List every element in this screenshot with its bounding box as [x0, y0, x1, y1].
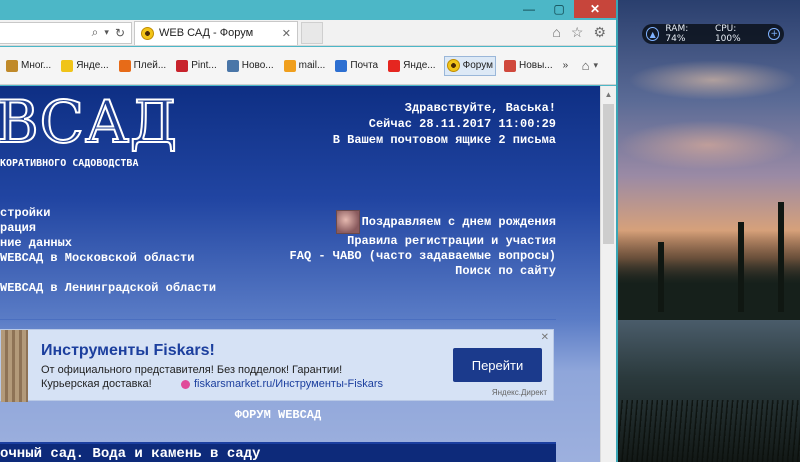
favorite-label: Ново...: [241, 60, 274, 71]
sunflower-icon: [141, 26, 154, 40]
envelope-icon: [335, 59, 348, 72]
player-icon: [118, 59, 131, 72]
new-tab-button[interactable]: [301, 21, 323, 44]
favorite-label: mail...: [298, 60, 326, 71]
favorite-item[interactable]: Ново...: [225, 56, 276, 76]
menu-item-leningrad[interactable]: WEBCAД в Ленинградской области: [0, 281, 216, 296]
site-logo[interactable]: ВСАД: [0, 91, 178, 153]
monitor-icon: ▲: [646, 27, 660, 41]
ad-link[interactable]: fiskarsmarket.ru/Инструменты-Fiskars: [181, 378, 383, 390]
favorite-label: Форум: [462, 60, 493, 71]
gear-icon[interactable]: ⚙: [593, 24, 606, 41]
faq-link[interactable]: FAQ - ЧАВО (часто задаваемые вопросы): [290, 249, 556, 264]
ad-title[interactable]: Инструменты Fiskars!: [41, 342, 215, 360]
title-bar: — ▢ ✕: [0, 0, 616, 20]
cpu-usage: CPU: 100%: [714, 24, 741, 44]
favorite-label: Pint...: [191, 60, 217, 71]
menu-item-settings[interactable]: стройки: [0, 206, 216, 221]
news-icon: [503, 59, 516, 72]
birthday-row: Поздравляем с днем рождения: [290, 210, 556, 234]
divider: [0, 319, 556, 320]
tab-forum[interactable]: WEB САД - Форум ✕: [134, 20, 298, 45]
navigation-row: ⌕ ▾ ↻ WEB САД - Форум ✕ ⌂ ☆ ⚙: [0, 20, 616, 46]
ad-banner[interactable]: Инструменты Fiskars! От официального пре…: [0, 329, 554, 402]
favorites-star-icon[interactable]: ☆: [571, 24, 584, 41]
favorite-label: Новы...: [518, 60, 553, 71]
left-menu: стройки рация ние данных WEBCAД в Москов…: [0, 206, 216, 296]
favorite-item[interactable]: mail...: [282, 56, 328, 76]
ad-link-text[interactable]: fiskarsmarket.ru/Инструменты-Fiskars: [194, 378, 383, 390]
desktop-wallpaper: [618, 0, 800, 462]
rules-link[interactable]: Правила регистрации и участия: [290, 234, 556, 249]
menu-item-moscow[interactable]: WEBCAД в Московской области: [0, 251, 216, 266]
avatar[interactable]: [335, 210, 360, 234]
dropdown-icon[interactable]: ▾: [104, 27, 109, 38]
favorites-overflow-icon[interactable]: »: [563, 60, 569, 71]
home-menu[interactable]: ⌂ ▾: [582, 58, 616, 73]
current-datetime: Сейчас 28.11.2017 11:00:29: [368, 117, 556, 131]
maximize-button[interactable]: ▢: [544, 0, 574, 18]
favorite-label: Плей...: [133, 60, 167, 71]
favorite-item[interactable]: Почта: [333, 56, 380, 76]
home-icon[interactable]: ⌂: [582, 58, 590, 73]
ad-text-line1: От официального представителя! Без подде…: [41, 364, 343, 376]
site-tagline: КОРАТИВНОГО САДОВОДСТВА: [0, 158, 139, 169]
section-title[interactable]: очный сад. Вода и камень в саду: [0, 446, 260, 462]
yandex-star-icon: [61, 59, 74, 72]
close-tab-icon[interactable]: ✕: [282, 27, 291, 40]
ad-close-icon[interactable]: ✕: [541, 332, 549, 343]
ad-image[interactable]: [1, 330, 28, 402]
favorite-item[interactable]: Янде...: [59, 56, 110, 76]
search-icon[interactable]: ⌕: [92, 25, 99, 40]
greeting-text: Здравствуйте, Васька!: [404, 101, 556, 115]
forum-title: ФОРУМ WEBCAД: [234, 408, 322, 422]
scroll-up-icon[interactable]: ▲: [601, 86, 616, 102]
favorite-label: Мног...: [21, 60, 52, 71]
right-menu: Поздравляем с днем рождения Правила реги…: [290, 210, 556, 279]
greeting-block: Здравствуйте, Васька! Сейчас 28.11.2017 …: [333, 100, 556, 148]
address-bar[interactable]: ⌕ ▾ ↻: [0, 21, 132, 44]
tab-title: WEB САД - Форум: [159, 27, 254, 39]
favorite-item[interactable]: Pint...: [174, 56, 219, 76]
webpage: ВСАД КОРАТИВНОГО САДОВОДСТВА Здравствуйт…: [0, 86, 600, 462]
chevron-down-icon[interactable]: ▾: [593, 60, 598, 71]
person-icon: [6, 59, 18, 72]
favorite-item[interactable]: Мног...: [4, 56, 53, 76]
menu-item-data[interactable]: ние данных: [0, 236, 216, 251]
expand-icon[interactable]: +: [768, 28, 780, 40]
system-monitor-widget[interactable]: ▲ RAM: 74% CPU: 100% +: [642, 24, 784, 44]
ad-source[interactable]: Яндекс.Директ: [492, 388, 547, 397]
yandex-y-icon: [388, 59, 401, 72]
ad-go-button[interactable]: Перейти: [453, 348, 542, 382]
search-link[interactable]: Поиск по сайту: [290, 264, 556, 279]
scroll-thumb[interactable]: [603, 104, 614, 244]
birthday-link[interactable]: Поздравляем с днем рождения: [362, 215, 556, 230]
favorite-item[interactable]: Янде...: [386, 56, 437, 76]
favorite-label: Почта: [350, 60, 379, 71]
favorite-item[interactable]: Новы...: [502, 56, 555, 76]
section-header: очный сад. Вода и камень в саду: [0, 442, 556, 462]
browser-window: — ▢ ✕ ⌕ ▾ ↻ WEB САД - Форум ✕ ⌂ ☆ ⚙ Мног…: [0, 0, 618, 462]
home-icon[interactable]: ⌂: [552, 24, 560, 41]
favorite-label: Янде...: [76, 60, 109, 71]
pinterest-icon: [176, 59, 189, 72]
favorite-item[interactable]: Форум: [443, 55, 496, 76]
refresh-icon[interactable]: ↻: [115, 26, 125, 40]
vk-icon: [226, 59, 239, 72]
ram-usage: RAM: 74%: [665, 24, 689, 44]
favorites-bar: Мног... Янде... Плей... Pint... Ново... mail.…: [0, 47, 616, 85]
toolbar-icons: ⌂ ☆ ⚙: [552, 24, 616, 41]
mail-at-icon: [283, 59, 296, 72]
favorite-label: Янде...: [403, 60, 436, 71]
mailbox-link[interactable]: В Вашем почтовом ящике 2 письма: [333, 132, 556, 148]
vertical-scrollbar[interactable]: ▲: [600, 86, 616, 462]
ad-favicon-icon: [181, 379, 190, 389]
favorite-item[interactable]: Плей...: [117, 56, 169, 76]
sunflower-icon: [446, 59, 460, 72]
minimize-button[interactable]: —: [514, 0, 544, 18]
menu-item-registration[interactable]: рация: [0, 221, 216, 236]
close-window-button[interactable]: ✕: [574, 0, 616, 18]
ad-text-line2: Курьерская доставка!: [41, 378, 152, 390]
